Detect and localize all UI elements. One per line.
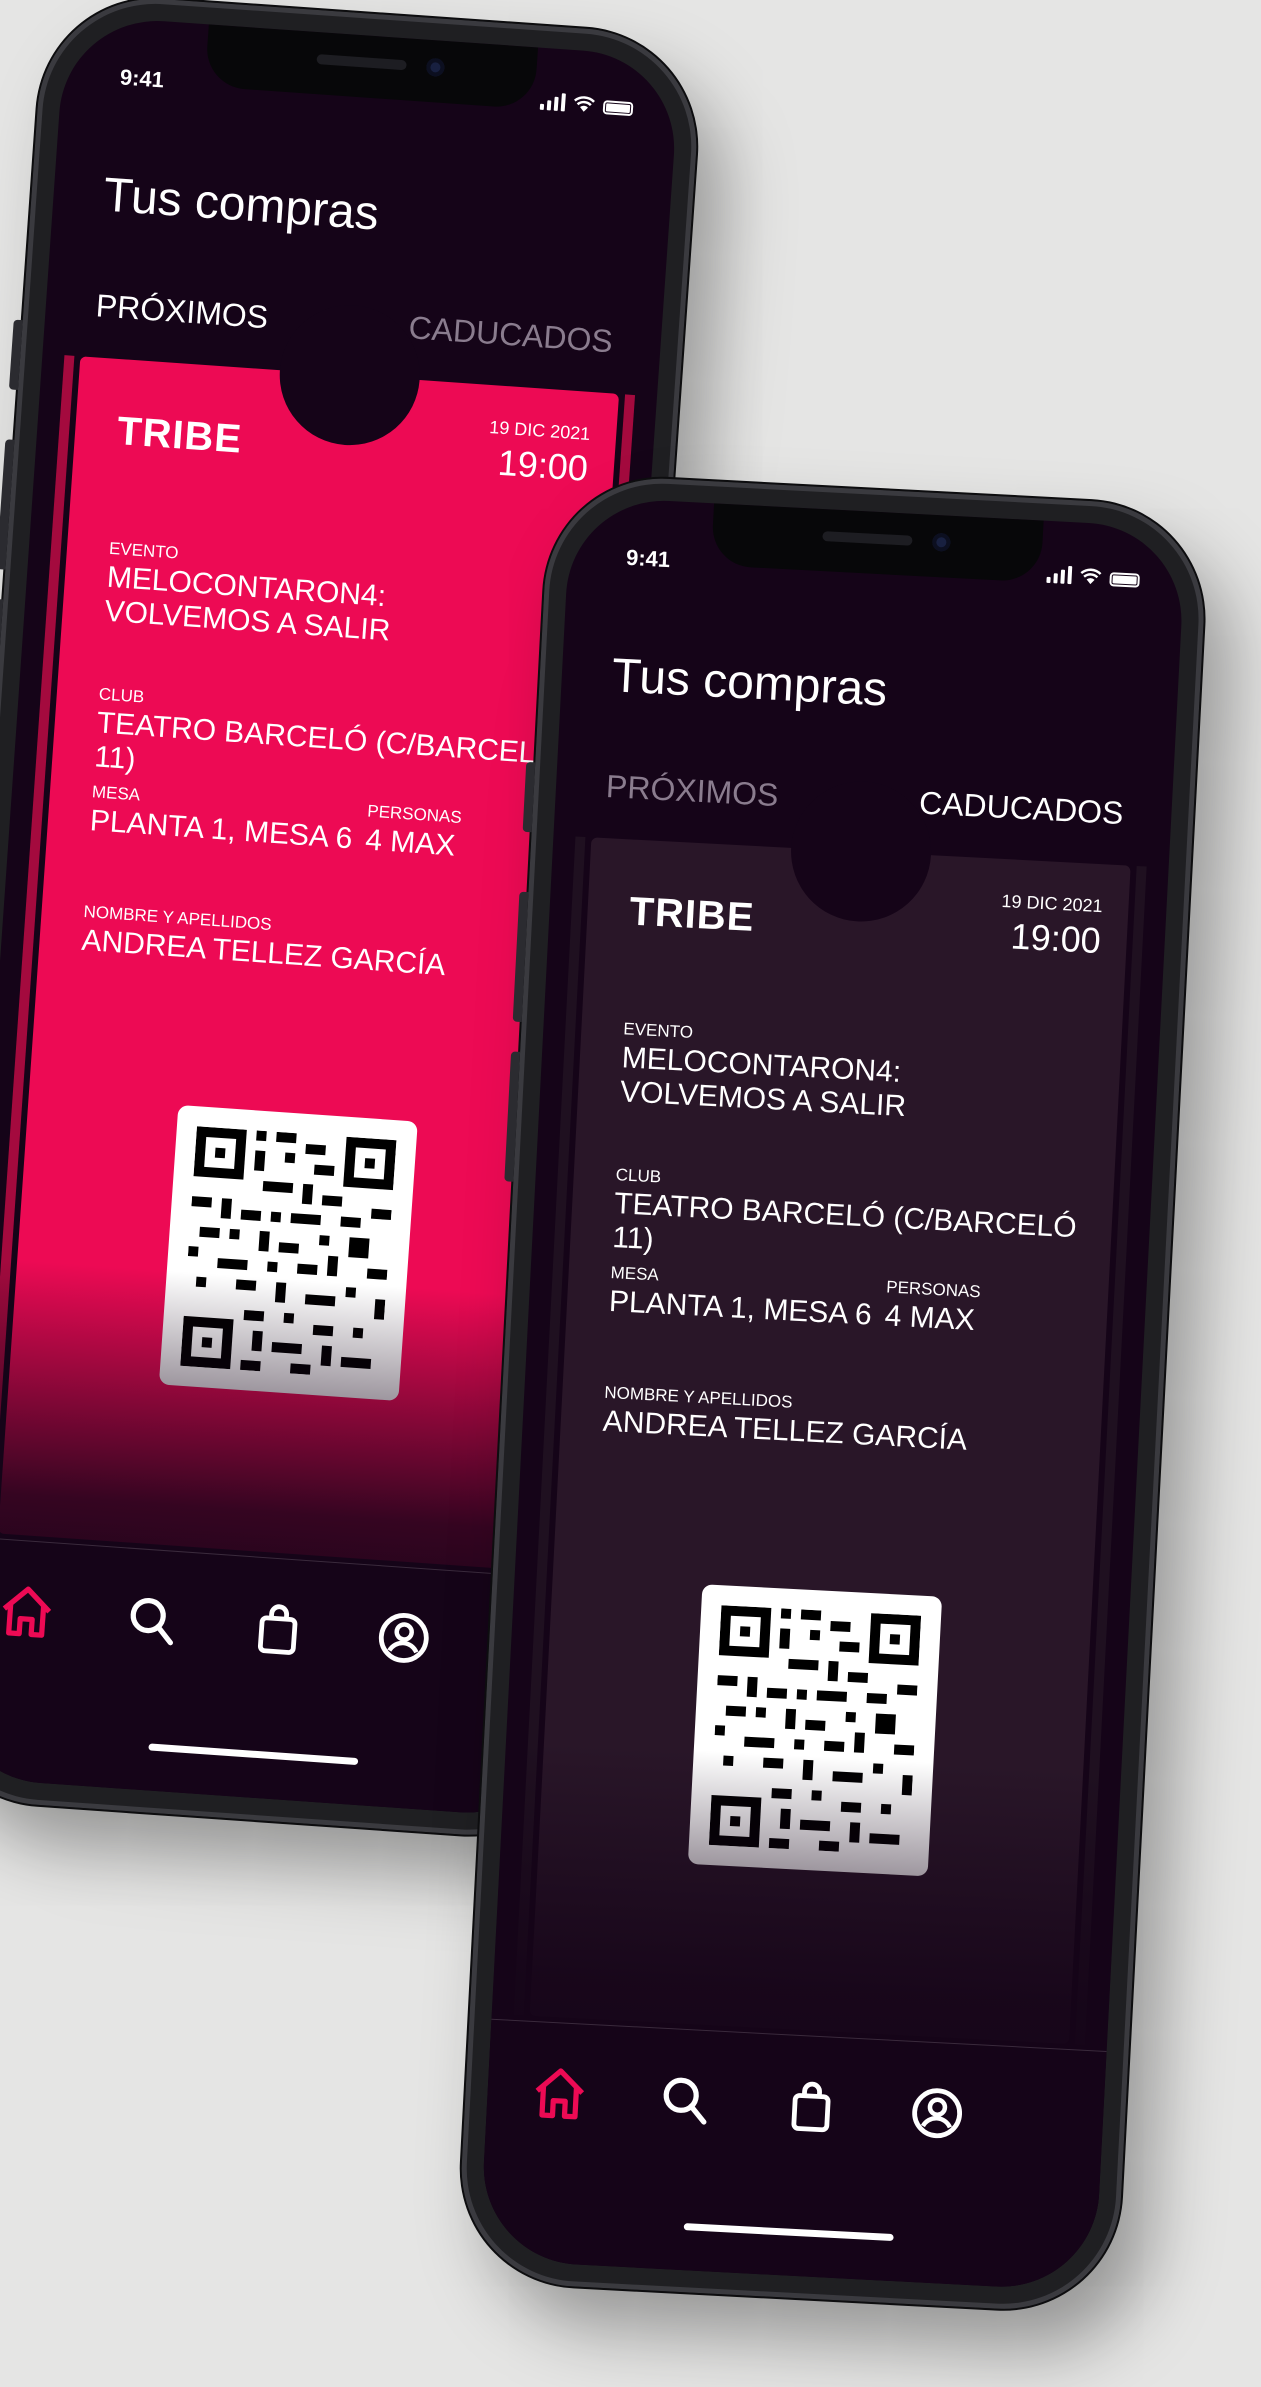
status-time: 9:41 <box>625 544 671 573</box>
qr-code <box>158 1104 418 1402</box>
mesa-label: MESA <box>91 782 141 805</box>
club-value: TEATRO BARCELÓ (C/BARCELÓ 11) <box>93 706 560 777</box>
personas-value: 4 MAX <box>364 823 457 863</box>
bag-icon[interactable] <box>780 2075 843 2138</box>
volume-down-button <box>0 598 4 730</box>
notch <box>204 24 539 110</box>
notch <box>710 503 1044 583</box>
home-indicator[interactable] <box>683 2223 894 2242</box>
evento-label: EVENTO <box>108 538 180 563</box>
qr-code-image <box>180 1126 397 1375</box>
brand-logo: TRIBE <box>628 889 756 940</box>
battery-icon <box>1109 572 1140 588</box>
personas-label: PERSONAS <box>885 1277 982 1302</box>
club-label: CLUB <box>98 684 145 707</box>
home-icon[interactable] <box>0 1580 59 1644</box>
bag-icon[interactable] <box>246 1597 310 1661</box>
volume-up-button <box>0 439 15 570</box>
phone-front: 9:41 Tus compras PRÓXIMOS CADUCADOS TRIB… <box>455 472 1210 2315</box>
tab-caducados[interactable]: CADUCADOS <box>918 785 1124 833</box>
mesa-label: MESA <box>610 1262 660 1285</box>
qr-code <box>687 1584 943 1877</box>
club-label: CLUB <box>615 1165 662 1187</box>
wifi-icon <box>1080 568 1102 585</box>
evento-value: MELOCONTARON4: VOLVEMOS A SALIR <box>619 1041 907 1124</box>
ticket-notch <box>787 777 935 926</box>
mesa-value: PLANTA 1, MESA 6 <box>88 804 354 856</box>
search-icon[interactable] <box>120 1588 184 1652</box>
tab-proximos[interactable]: PRÓXIMOS <box>95 287 270 336</box>
evento-label: EVENTO <box>622 1019 694 1042</box>
ticket-date: 19 DIC 2021 <box>1001 890 1104 917</box>
profile-icon[interactable] <box>372 1606 436 1670</box>
mesa-value: PLANTA 1, MESA 6 <box>608 1284 873 1332</box>
ticket-notch <box>275 300 425 450</box>
signal-icon <box>1046 565 1073 585</box>
ticket-date: 19 DIC 2021 <box>488 417 591 445</box>
screen: 9:41 Tus compras PRÓXIMOS CADUCADOS TRIB… <box>478 495 1187 2292</box>
signal-icon <box>539 92 566 112</box>
bottom-nav <box>478 2018 1107 2292</box>
evento-value: MELOCONTARON4: VOLVEMOS A SALIR <box>103 560 392 648</box>
ticket-time: 19:00 <box>1009 915 1102 962</box>
search-icon[interactable] <box>654 2068 717 2131</box>
wifi-icon <box>574 96 595 112</box>
status-icons <box>539 92 634 117</box>
profile-icon[interactable] <box>906 2082 969 2145</box>
nombre-value: ANDREA TELLEZ GARCÍA <box>602 1404 968 1457</box>
brand-logo: TRIBE <box>115 409 244 462</box>
club-value: TEATRO BARCELÓ (C/BARCELÓ 11) <box>611 1187 1078 1257</box>
page-title: Tus compras <box>610 649 889 717</box>
tab-caducados[interactable]: CADUCADOS <box>407 309 614 360</box>
ticket-card[interactable]: TRIBE 19 DIC 2021 19:00 EVENTO MELOCONTA… <box>529 777 1131 2045</box>
mute-switch <box>8 319 23 391</box>
status-icons <box>1046 565 1140 588</box>
qr-code-image <box>708 1605 922 1852</box>
battery-icon <box>602 100 634 117</box>
page-title: Tus compras <box>101 168 381 241</box>
home-indicator[interactable] <box>148 1743 359 1766</box>
status-time: 9:41 <box>119 64 165 93</box>
tab-proximos[interactable]: PRÓXIMOS <box>605 768 779 814</box>
personas-value: 4 MAX <box>883 1299 976 1338</box>
home-icon[interactable] <box>528 2062 591 2125</box>
ticket-time: 19:00 <box>496 441 590 489</box>
